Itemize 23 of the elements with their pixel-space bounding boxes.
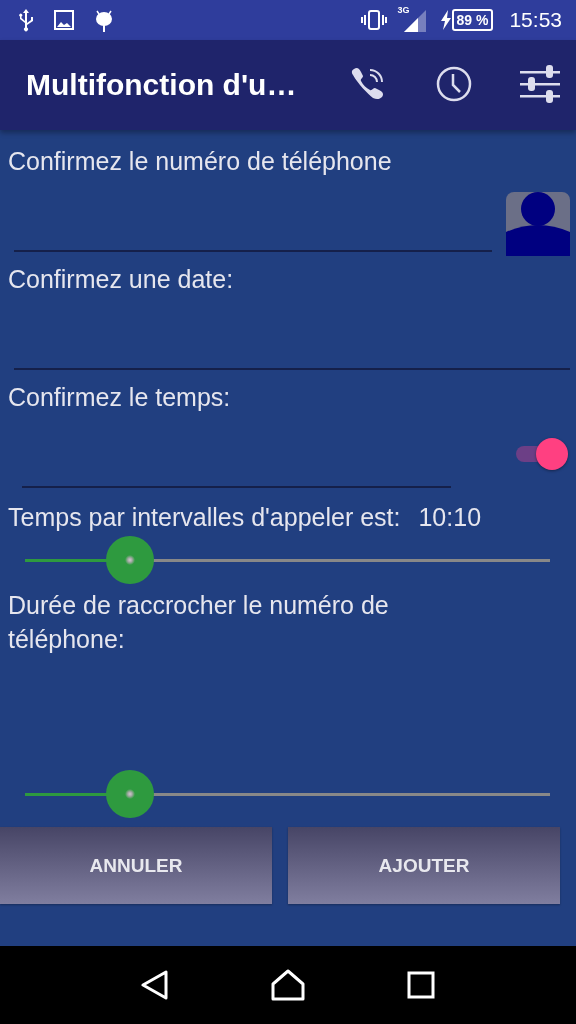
add-button[interactable]: AJOUTER [288, 827, 560, 904]
slider-thumb[interactable] [106, 536, 154, 584]
app-title: Multifonction d'u… [26, 68, 298, 102]
field-label: Confirmez une date: [8, 264, 235, 295]
slider-label: Temps par intervalles d'appeler est: [8, 502, 401, 533]
image-icon [54, 10, 74, 30]
field-label: Confirmez le numéro de téléphone [8, 146, 393, 177]
network-type: 3G [397, 5, 410, 15]
cancel-button[interactable]: ANNULER [0, 827, 272, 904]
slider-label: Durée de raccrocher le numéro de téléphone: [8, 590, 390, 655]
vibrate-icon [359, 10, 388, 30]
recents-icon[interactable] [407, 971, 435, 999]
slider-value: 10:10 [418, 502, 482, 533]
usb-icon [18, 8, 34, 32]
contact-avatar-icon[interactable] [506, 192, 570, 256]
field-label: Confirmez le temps: [8, 382, 232, 413]
android-icon [94, 8, 114, 32]
home-icon[interactable] [271, 969, 305, 1001]
battery-indicator: 89 % [451, 9, 494, 31]
clock-time: 15:53 [509, 8, 562, 32]
slider-thumb[interactable] [106, 770, 154, 818]
back-icon[interactable] [141, 970, 169, 1000]
charging-icon [439, 10, 452, 30]
